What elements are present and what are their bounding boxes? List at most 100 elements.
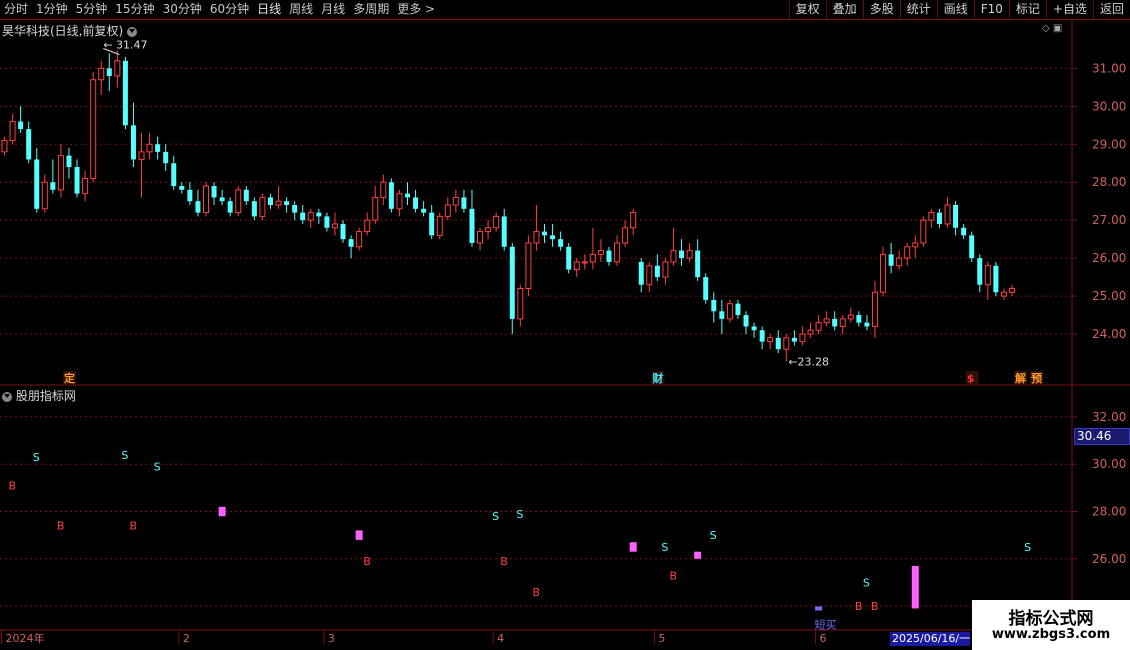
tool-button-4[interactable]: 画线 bbox=[936, 0, 974, 19]
period-tab-2[interactable]: 5分钟 bbox=[72, 0, 112, 19]
candle-body bbox=[961, 227, 967, 236]
dropdown-icon[interactable] bbox=[2, 391, 12, 402]
candle-body bbox=[348, 239, 354, 247]
candle-body bbox=[155, 144, 161, 152]
candle-body bbox=[493, 215, 500, 229]
candle-body bbox=[9, 121, 16, 141]
candle-body bbox=[57, 155, 64, 191]
candle-body bbox=[429, 212, 435, 236]
candle-body bbox=[936, 212, 942, 224]
tool-button-1[interactable]: 叠加 bbox=[825, 0, 863, 19]
sell-signal: S bbox=[1024, 541, 1031, 554]
candle-body bbox=[686, 250, 693, 259]
candle-body bbox=[469, 208, 475, 243]
period-tab-5[interactable]: 60分钟 bbox=[206, 0, 253, 19]
candle-body bbox=[550, 235, 556, 240]
candle-body bbox=[211, 186, 217, 198]
period-tab-7[interactable]: 周线 bbox=[285, 0, 317, 19]
window-icon[interactable]: ▣ bbox=[1053, 23, 1062, 34]
candle-body bbox=[179, 186, 185, 190]
tool-button-2[interactable]: 多股 bbox=[862, 0, 900, 19]
price-tick-label: 26.00 bbox=[1092, 251, 1126, 265]
candle-body bbox=[791, 337, 797, 342]
candle-body bbox=[823, 318, 830, 324]
sell-signal: S bbox=[492, 510, 499, 523]
candle-body bbox=[34, 159, 40, 209]
candle-body bbox=[461, 197, 467, 209]
candle-body bbox=[243, 189, 249, 202]
period-tab-4[interactable]: 30分钟 bbox=[159, 0, 206, 19]
candle-body bbox=[356, 231, 363, 248]
candle-body bbox=[396, 193, 403, 210]
period-tab-6[interactable]: 日线 bbox=[253, 0, 285, 19]
candle-body bbox=[815, 322, 822, 331]
stock-title-bar[interactable]: 昊华科技(日线,前复权) bbox=[2, 22, 138, 39]
candle-body bbox=[50, 182, 56, 190]
candle-body bbox=[509, 246, 515, 319]
sell-signal: S bbox=[710, 529, 717, 542]
watermark-url: www.zbgs3.com bbox=[991, 627, 1111, 642]
indicator-title-bar[interactable]: 股朋指标网 bbox=[2, 387, 76, 404]
candle-body bbox=[187, 189, 193, 202]
candle-body bbox=[654, 265, 660, 278]
buy-signal: B bbox=[500, 555, 508, 568]
tool-button-5[interactable]: F10 bbox=[973, 0, 1009, 19]
candle-body bbox=[953, 205, 959, 228]
period-tab-3[interactable]: 15分钟 bbox=[111, 0, 158, 19]
candle-body bbox=[106, 68, 112, 76]
period-tab-10[interactable]: 更多 > bbox=[393, 0, 439, 19]
buy-signal: B bbox=[57, 520, 65, 533]
tool-button-3[interactable]: 统计 bbox=[899, 0, 937, 19]
diamond-icon[interactable]: ◇ bbox=[1042, 23, 1050, 34]
candle-body bbox=[300, 212, 306, 221]
sell-signal: S bbox=[33, 451, 40, 464]
period-tab-0[interactable]: 分时 bbox=[0, 0, 32, 19]
candle-body bbox=[630, 212, 637, 229]
time-label: 2024年 bbox=[6, 631, 45, 645]
candle-body bbox=[436, 215, 443, 236]
candle-body bbox=[171, 163, 177, 187]
price-tick-label: 28.00 bbox=[1092, 175, 1126, 189]
candle-body bbox=[324, 216, 330, 228]
chart-canvas[interactable]: S SSS SSSSSBB BB BBBB B短买 24.0025.0026.0027.0… bbox=[0, 0, 1130, 650]
signal-bar bbox=[355, 530, 363, 540]
signal-series: S SSS SSSSSBB BB BBBB B短买 bbox=[9, 449, 1032, 632]
signal-bar bbox=[218, 506, 226, 517]
candle-body bbox=[525, 242, 532, 289]
candle-body bbox=[66, 155, 72, 168]
tool-button-6[interactable]: 标记 bbox=[1008, 0, 1046, 19]
candle-body bbox=[380, 181, 387, 198]
price-tick-label: 31.00 bbox=[1092, 61, 1126, 75]
candle-body bbox=[984, 265, 991, 286]
price-tick-label: 25.00 bbox=[1092, 289, 1126, 303]
short-buy-label: 短买 bbox=[815, 617, 837, 631]
time-label: 6 bbox=[820, 632, 827, 645]
candle-body bbox=[839, 318, 846, 327]
tool-button-7[interactable]: +自选 bbox=[1045, 0, 1093, 19]
tool-button-0[interactable]: 复权 bbox=[788, 0, 826, 19]
indicator-title: 股朋指标网 bbox=[15, 389, 76, 403]
period-tabs: 分时 1分钟 5分钟 15分钟 30分钟 60分钟 日线 周线 月线 多周期 更多 > bbox=[0, 0, 439, 19]
candlestick-series bbox=[1, 50, 1015, 362]
candle-body bbox=[82, 177, 89, 195]
candle-body bbox=[775, 337, 781, 350]
candle-body bbox=[646, 265, 653, 286]
candle-body bbox=[203, 185, 209, 214]
dropdown-icon[interactable] bbox=[127, 26, 138, 37]
price-tick-label: 29.00 bbox=[1092, 137, 1126, 151]
period-tab-8[interactable]: 月线 bbox=[317, 0, 349, 19]
period-tab-9[interactable]: 多周期 bbox=[349, 0, 393, 19]
candle-body bbox=[928, 212, 935, 221]
buy-signal: B bbox=[669, 569, 677, 582]
candle-body bbox=[41, 181, 48, 210]
candle-body bbox=[340, 223, 346, 240]
tool-button-8[interactable]: 返回 bbox=[1092, 0, 1130, 19]
candle-body bbox=[163, 151, 169, 164]
stock-title: 昊华科技(日线,前复权) bbox=[2, 24, 124, 38]
candle-body bbox=[542, 231, 548, 236]
sell-signal: S bbox=[863, 576, 870, 589]
candle-body bbox=[993, 265, 999, 293]
event-marker-1: 财 bbox=[651, 371, 663, 385]
candle-body bbox=[695, 250, 701, 278]
period-tab-1[interactable]: 1分钟 bbox=[32, 0, 72, 19]
